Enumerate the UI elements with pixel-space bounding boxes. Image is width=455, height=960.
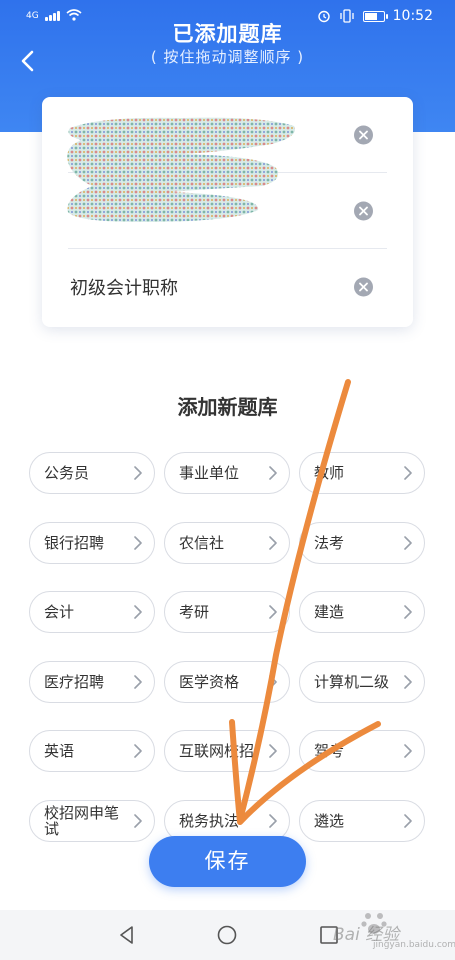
chevron-right-icon [404,744,412,758]
category-chip-label: 医疗招聘 [44,672,105,691]
remove-bank-button[interactable] [354,125,373,144]
add-new-section-title: 添加新题库 [177,395,278,419]
category-chip[interactable]: 教师 [299,452,425,494]
category-chip[interactable]: 建造 [299,591,425,633]
category-chip-label: 医学资格 [179,672,240,691]
chevron-right-icon [134,466,142,480]
category-chip[interactable]: 考研 [164,591,290,633]
chevron-right-icon [134,605,142,619]
nav-back-button[interactable] [116,924,138,946]
system-nav-bar [0,910,455,960]
chevron-right-icon [269,535,277,550]
chevron-right-icon [134,535,142,550]
remove-bank-button[interactable] [354,277,373,297]
category-chip-label: 公务员 [44,464,90,482]
category-chip-label: 英语 [44,742,75,760]
category-chip-label: 遴选 [314,811,345,830]
chevron-right-icon [404,813,412,828]
category-chip[interactable]: 法考 [299,521,425,564]
category-chip[interactable]: 遴选 [299,799,425,842]
category-chip-label: 教师 [314,464,345,482]
category-chip-label: 农信社 [179,533,225,552]
chevron-right-icon [404,605,412,619]
category-chip-label: 校招网申笔试 [44,803,120,838]
chevron-right-icon [269,674,277,689]
category-chip[interactable]: 事业单位 [164,452,290,494]
remove-bank-button[interactable] [354,201,373,220]
triangle-back-icon [120,926,133,944]
chevron-right-icon [134,813,142,828]
category-chip-label: 事业单位 [179,464,240,482]
chevron-right-icon [269,605,277,619]
page-subtitle: ( 按住拖动调整顺序 ) [150,48,305,66]
category-chip-label: 银行招聘 [44,533,105,552]
category-chip[interactable]: 驾考 [299,730,425,772]
category-chip[interactable]: 英语 [29,730,155,772]
close-icon [359,206,368,215]
category-chip[interactable]: 医学资格 [164,660,290,703]
square-recents-icon [320,926,338,944]
chevron-right-icon [269,466,277,480]
added-bank-row[interactable]: 初级会计职称 [68,249,387,325]
chevron-right-icon [269,744,277,758]
added-bank-row[interactable] [68,97,387,173]
category-chip[interactable]: 互联网校招 [164,730,290,772]
chevron-right-icon [134,674,142,689]
close-icon [359,130,368,139]
chevron-right-icon [134,744,142,758]
nav-recents-button[interactable] [318,924,340,946]
category-chip-label: 计算机二级 [314,672,390,691]
category-chip[interactable]: 会计 [29,591,155,633]
category-chip-label: 税务执法 [179,811,240,830]
category-chip-label: 会计 [44,603,75,621]
added-bank-row[interactable] [68,173,387,249]
chevron-right-icon [404,674,412,689]
page-title: 已添加题库 [172,22,283,46]
chevron-right-icon [404,535,412,550]
circle-home-icon [217,925,237,945]
added-bank-label: 初级会计职称 [70,278,178,299]
category-chip[interactable]: 计算机二级 [299,660,425,703]
category-chip-label: 建造 [314,603,345,621]
category-chip[interactable]: 银行招聘 [29,521,155,564]
close-icon [359,282,368,292]
chevron-right-icon [269,813,277,828]
save-button[interactable]: 保存 [149,836,306,887]
category-chip[interactable]: 农信社 [164,521,290,564]
nav-home-button[interactable] [216,924,238,946]
chevron-right-icon [404,466,412,480]
category-chip[interactable]: 公务员 [29,452,155,494]
category-chip-label: 互联网校招 [179,742,255,760]
category-chip[interactable]: 医疗招聘 [29,660,155,703]
category-chip-label: 考研 [179,603,210,621]
category-chip[interactable]: 校招网申笔试 [29,799,155,842]
category-chip-label: 法考 [314,533,345,552]
added-banks-card: 初级会计职称 [42,97,413,327]
category-chip-label: 驾考 [314,742,345,760]
